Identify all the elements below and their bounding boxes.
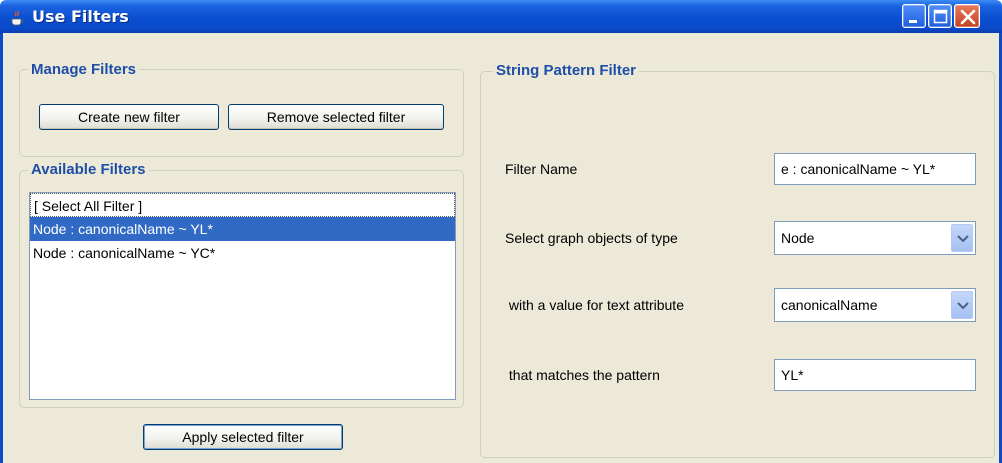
string-pattern-group — [480, 71, 995, 458]
minimize-button[interactable] — [902, 4, 926, 28]
close-icon — [960, 9, 976, 25]
apply-filter-button[interactable]: Apply selected filter — [143, 424, 343, 450]
filter-name-label: Filter Name — [505, 161, 578, 177]
chevron-down-icon — [957, 302, 969, 310]
title-bar[interactable]: Use Filters — [0, 0, 1002, 33]
text-attribute-dropdown-button[interactable] — [951, 291, 973, 319]
object-type-dropdown-button[interactable] — [951, 224, 973, 252]
chevron-down-icon — [957, 235, 969, 243]
list-item[interactable]: [ Select All Filter ] — [30, 193, 455, 217]
pattern-label: that matches the pattern — [505, 367, 660, 383]
list-item-selected[interactable]: Node : canonicalName ~ YL* — [30, 217, 455, 241]
maximize-button[interactable] — [928, 4, 952, 28]
java-cup-icon — [8, 9, 26, 27]
object-type-value: Node — [781, 230, 815, 246]
create-filter-button[interactable]: Create new filter — [39, 104, 219, 130]
window-title: Use Filters — [32, 7, 129, 26]
text-attribute-label: with a value for text attribute — [505, 297, 684, 313]
remove-filter-button[interactable]: Remove selected filter — [228, 104, 444, 130]
text-attribute-value: canonicalName — [781, 297, 878, 313]
string-pattern-title: String Pattern Filter — [493, 62, 640, 79]
filter-list[interactable]: [ Select All Filter ] Node : canonicalNa… — [29, 192, 456, 400]
list-item[interactable]: Node : canonicalName ~ YC* — [30, 241, 455, 265]
close-button[interactable] — [954, 4, 980, 28]
minimize-icon — [909, 20, 917, 23]
maximize-icon — [933, 9, 948, 24]
object-type-select[interactable]: Node — [774, 221, 976, 255]
manage-filters-title: Manage Filters — [28, 61, 140, 78]
text-attribute-select[interactable]: canonicalName — [774, 288, 976, 322]
pattern-field[interactable]: YL* — [774, 359, 976, 391]
filter-name-field[interactable]: e : canonicalName ~ YL* — [774, 153, 976, 185]
object-type-label: Select graph objects of type — [505, 230, 678, 246]
available-filters-title: Available Filters — [28, 161, 149, 178]
